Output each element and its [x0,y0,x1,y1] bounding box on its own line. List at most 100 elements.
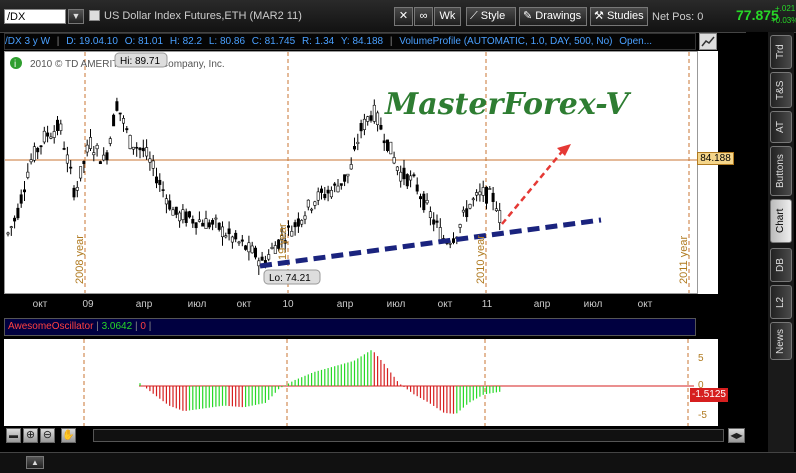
candle-body [164,198,168,205]
collapse-button[interactable]: ▲ [26,456,44,469]
candle-body [240,239,244,242]
candle-body [349,164,353,170]
candle-body [290,230,294,237]
candle-body [405,174,409,187]
link-icon: ∞ [419,10,428,22]
candle-body [491,192,495,202]
candle-body [303,215,307,220]
candle-body [75,187,79,191]
expand-button[interactable]: ◀▶ [728,428,745,443]
bar-close: C: 81.745 [251,36,296,47]
candle-body [257,260,261,267]
candle-body [72,187,76,198]
candle-body [95,144,99,150]
candle-body [19,194,23,204]
price-chart[interactable]: 2008 year 19 year 2010 year 2011 year Maste… [4,51,698,294]
candle-body [118,112,122,115]
time-tick-label: окт [438,299,453,310]
candle-body [194,222,198,229]
link-tool-button[interactable]: ∞ [414,7,433,26]
tab-at[interactable]: AT [770,111,792,143]
crosshair-tool-button[interactable]: ✕ [394,7,413,26]
tab-time-sales[interactable]: T&S [770,72,792,108]
candle-body [313,201,317,206]
candle-body [184,211,188,223]
zoom-fit-button[interactable]: ▬ [6,428,21,443]
tab-trd[interactable]: Trd [770,35,792,69]
candle-body [366,116,370,122]
candle-body [22,189,26,193]
side-gutter [746,32,768,452]
candle-body [270,247,274,249]
candle-body [319,188,323,193]
oscillator-name[interactable]: AwesomeOscillator [8,321,93,332]
candle-body [102,154,106,161]
candle-body [326,189,330,194]
drawings-button[interactable]: ✎ Drawings [519,7,587,26]
candle-body [155,176,159,184]
tab-buttons[interactable]: Buttons [770,146,792,196]
projection-arrow[interactable] [501,147,566,225]
time-axis[interactable]: окт 09 апр июл окт 10 апр июл окт 11 апр июл окт [4,294,718,314]
candle-body [112,114,116,127]
interval-button[interactable]: Wk [434,7,461,26]
candle-body [300,220,304,225]
candle-body [435,220,439,223]
candle-body [69,166,73,169]
candle-body [204,218,208,229]
tab-l2[interactable]: L2 [770,285,792,319]
candle-body [131,146,135,150]
candle-body [174,206,178,215]
symbol-description: US Dollar Index Futures,ETH (MAR2 11) [104,10,302,22]
oscillator-panel[interactable]: 5 0 -5 [4,339,718,426]
candle-body [105,152,109,161]
collapse-icon: ▲ [31,458,39,467]
candle-body [211,220,215,225]
tab-chart[interactable]: Chart [770,199,792,243]
drawings-icon: ✎ [523,10,533,22]
pan-button[interactable]: ✋ [61,428,76,443]
zoom-in-button[interactable]: ⊕ [23,428,38,443]
candle-body [438,227,442,241]
period-label[interactable]: /DX 3 y W [5,36,50,47]
time-scrollbar[interactable] [93,429,724,442]
style-button[interactable]: ⟋ Style [466,7,516,26]
candle-body [207,222,211,228]
candle-body [310,208,314,211]
candle-body [389,141,393,155]
candle-body [9,226,13,228]
symbol-input[interactable]: /DX [4,9,66,24]
candle-body [267,254,271,260]
candle-body [425,200,429,204]
open-label[interactable]: Open... [619,36,652,47]
bar-high: H: 82.2 [169,36,203,47]
candle-body [379,124,383,130]
symbol-dropdown-button[interactable]: ▼ [68,9,84,24]
candle-body [85,144,89,153]
price-scale[interactable] [698,51,718,294]
svg-text:i: i [14,59,16,70]
bar-date: D: 19.04.10 [66,36,118,47]
candle-body [316,191,320,201]
hi-label: Hi: 89.71 [120,56,160,67]
time-tick-label: 10 [282,299,294,310]
tab-news[interactable]: News [770,322,792,360]
candle-body [26,171,30,178]
studies-button[interactable]: ⚒ Studies [590,7,648,26]
candle-body [89,137,93,149]
candle-body [32,146,36,161]
chart-info-bar: /DX 3 y W | D: 19.04.10 O: 81.01 H: 82.2… [4,33,696,50]
crosshair-icon: ✕ [398,10,409,22]
candle-body [471,198,475,201]
candle-body [115,101,119,111]
volume-profile-study[interactable]: VolumeProfile (AUTOMATIC, 1.0, DAY, 500,… [399,36,612,47]
tab-db[interactable]: DB [770,248,792,282]
oscillator-header: AwesomeOscillator | 3.0642 | 0 | [4,318,696,336]
candle-body [55,119,59,131]
link-checkbox[interactable] [89,10,100,21]
info-icon[interactable]: i [9,56,23,70]
zoom-out-button[interactable]: ⊖ [40,428,55,443]
candle-body [29,159,33,163]
chart-settings-button[interactable] [699,33,717,50]
support-trendline[interactable] [259,217,602,269]
